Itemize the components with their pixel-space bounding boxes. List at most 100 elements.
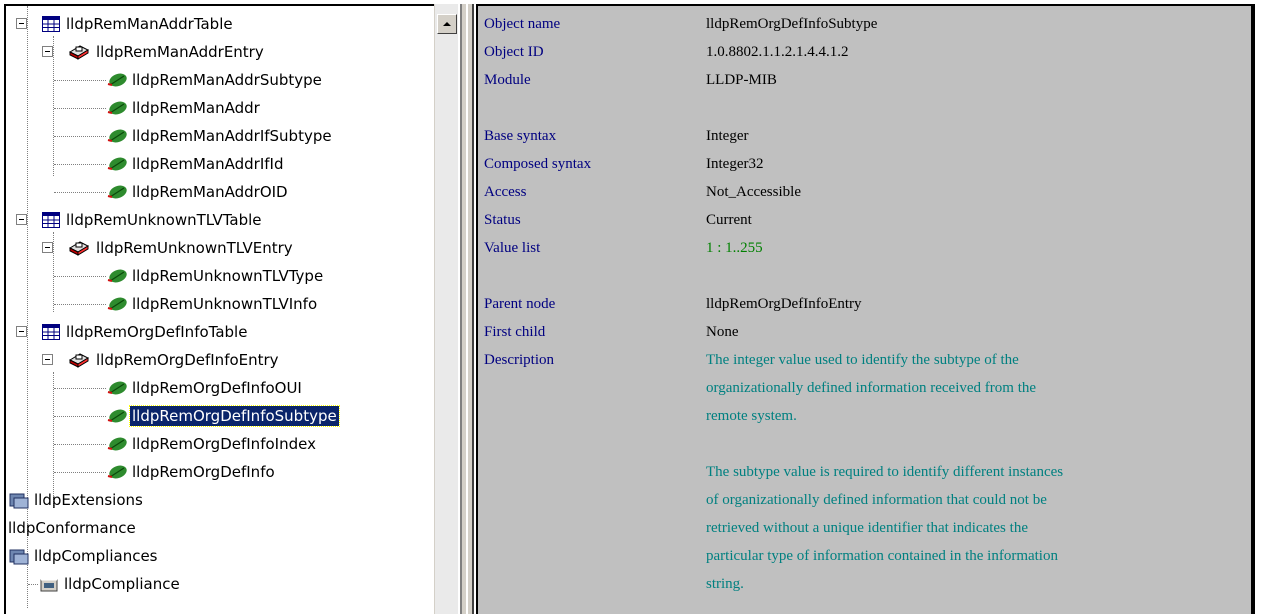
leaf-icon [106,128,128,148]
tree-node-label: lldpRemOrgDefInfoSubtype [129,405,340,427]
leaf-icon [106,156,128,176]
group-icon [8,492,30,514]
entry-icon [68,240,90,260]
collapse-toggle-icon[interactable] [42,354,53,365]
collapse-toggle-icon[interactable] [16,326,27,337]
status-label: Status [484,212,521,228]
leaf-icon [106,268,128,288]
tree-node[interactable]: lldpRemOrgDefInfo [6,458,434,486]
status-value: Current [706,212,752,228]
tree-node[interactable]: lldpRemManAddrIfSubtype [6,122,434,150]
tree-node-label: lldpRemManAddr [132,99,260,117]
tree-node-label: lldpRemManAddrIfSubtype [132,127,332,145]
tree-node[interactable]: lldpRemManAddr [6,94,434,122]
tree-node-label: lldpConformance [8,519,136,537]
tree-connector [28,584,38,585]
mib-tree[interactable]: lldpRemManAddrTable lldpRemManAddrEntry ll… [4,4,434,614]
tree-connector [54,472,106,473]
tree-node-label: lldpCompliance [64,575,180,593]
description-line: remote system. [706,408,797,424]
parent-node-label: Parent node [484,296,556,312]
tree-node[interactable]: lldpRemManAddrIfId [6,150,434,178]
tree-connector [54,276,106,277]
tree-node[interactable]: lldpRemManAddrOID [6,178,434,206]
tree-node-label: lldpCompliances [34,547,158,565]
tree-node[interactable]: lldpRemManAddrTable [6,10,434,38]
collapse-toggle-icon[interactable] [42,242,53,253]
leaf-icon [106,100,128,120]
tree-connector [54,388,106,389]
description-line: The subtype value is required to identif… [706,464,1064,480]
tree-node[interactable]: lldpRemUnknownTLVEntry [6,234,434,262]
tree-connector [54,444,106,445]
description-line: organizationally defined information rec… [706,380,1037,396]
tree-node[interactable]: lldpConformance [6,514,434,542]
description-line: retrieved without a unique identifier th… [706,520,1028,536]
tree-node[interactable]: lldpRemUnknownTLVInfo [6,290,434,318]
tree-node-label: lldpExtensions [34,491,143,509]
tree-node[interactable]: lldpRemOrgDefInfoTable [6,318,434,346]
leaf-icon [106,380,128,400]
tree-node-label: lldpRemUnknownTLVEntry [96,239,293,257]
tree-node-label: lldpRemManAddrSubtype [132,71,322,89]
entry-icon [68,44,90,64]
tree-node-label: lldpRemManAddrIfId [132,155,284,173]
value-list-value: 1 : 1..255 [706,240,763,256]
base-syntax-label: Base syntax [484,128,557,144]
table-icon [42,16,60,36]
tree-node-label: lldpRemUnknownTLVTable [66,211,262,229]
tree-node-label: lldpRemOrgDefInfoOUI [132,379,302,397]
object-info-panel: Object name lldpRemOrgDefInfoSubtype Obj… [476,4,1255,614]
tree-node-label: lldpRemUnknownTLVType [132,267,324,285]
first-child-label: First child [484,324,546,340]
tree-node[interactable]: lldpRemOrgDefInfoSubtype [6,402,434,430]
tree-connector [54,304,106,305]
leaf-icon [106,464,128,484]
tree-connector [54,80,106,81]
tree-node[interactable]: lldpRemOrgDefInfoOUI [6,374,434,402]
object-name-label: Object name [484,16,561,32]
tree-node-label: lldpRemManAddrTable [66,15,233,33]
tree-node-label: lldpRemOrgDefInfoIndex [132,435,316,453]
first-child-value: None [706,324,739,340]
tree-node-label: lldpRemOrgDefInfoEntry [96,351,279,369]
tree-connector [54,192,106,193]
group-icon [8,548,30,570]
base-syntax-value: Integer [706,128,749,144]
tree-node[interactable]: lldpExtensions [6,486,434,514]
tree-node-label: lldpRemOrgDefInfo [132,463,275,481]
tree-node[interactable]: lldpCompliances [6,542,434,570]
leaf-icon [106,72,128,92]
leaf-icon [106,184,128,204]
module-label: Module [484,72,531,88]
collapse-toggle-icon[interactable] [42,46,53,57]
tree-connector [54,108,106,109]
scroll-up-button[interactable] [437,14,457,34]
composed-syntax-label: Composed syntax [484,156,592,172]
object-id-value: 1.0.8802.1.1.2.1.4.4.1.2 [706,44,849,60]
tree-node[interactable]: lldpRemUnknownTLVTable [6,206,434,234]
description-line: of organizationally defined information … [706,492,1047,508]
description-label: Description [484,352,554,368]
tree-connector [54,164,106,165]
parent-node-value: lldpRemOrgDefInfoEntry [706,296,862,312]
tree-node[interactable]: lldpCompliance [6,570,434,598]
tree-connector [54,136,106,137]
leaf-icon [106,436,128,456]
tree-node[interactable]: lldpRemManAddrSubtype [6,66,434,94]
tree-node[interactable]: lldpRemUnknownTLVType [6,262,434,290]
collapse-toggle-icon[interactable] [16,18,27,29]
description-line: particular type of information contained… [706,548,1058,564]
description-line: The integer value used to identify the s… [706,352,1019,368]
tree-node[interactable]: lldpRemManAddrEntry [6,38,434,66]
collapse-toggle-icon[interactable] [16,214,27,225]
tree-scrollbar[interactable] [434,4,458,614]
tree-node[interactable]: lldpRemOrgDefInfoEntry [6,346,434,374]
tree-connector [54,416,106,417]
module-value: LLDP-MIB [706,72,777,88]
tree-node-label: lldpRemManAddrOID [132,183,288,201]
composed-syntax-value: Integer32 [706,156,764,172]
tree-node[interactable]: lldpRemOrgDefInfoIndex [6,430,434,458]
pane-splitter[interactable] [460,4,474,614]
tree-node-label: lldpRemOrgDefInfoTable [66,323,248,341]
